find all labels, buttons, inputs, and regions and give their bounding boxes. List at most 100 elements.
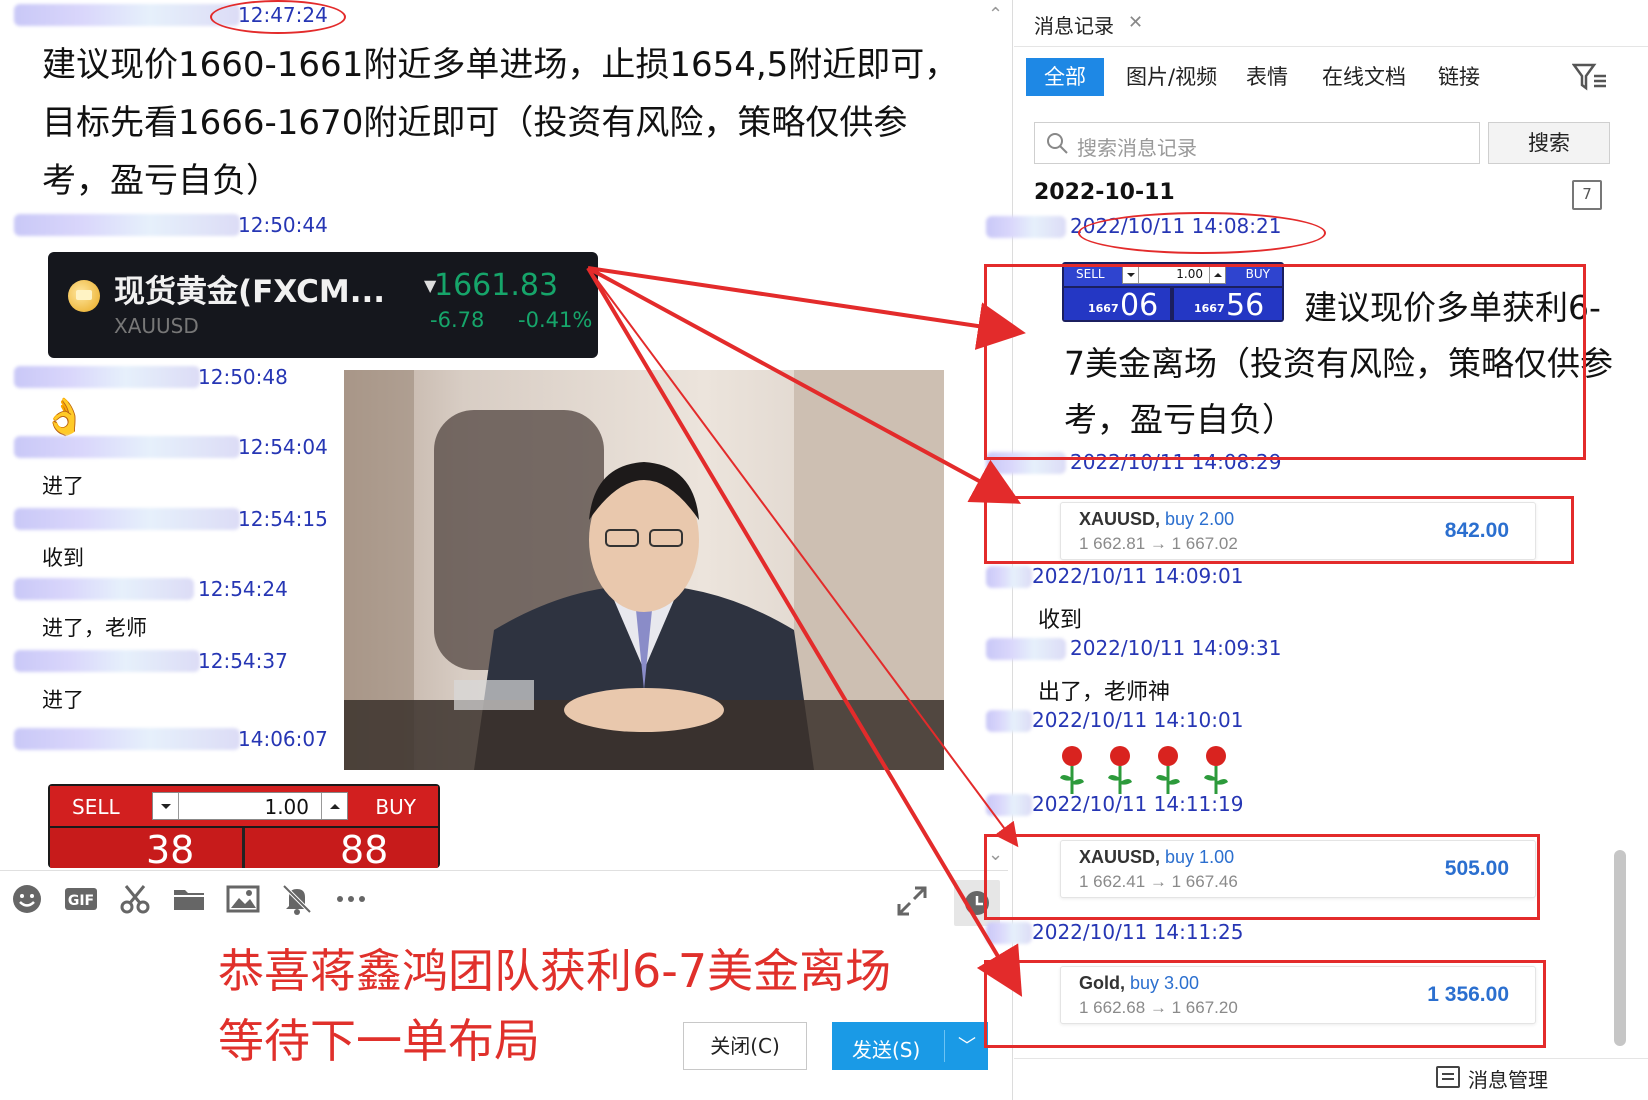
gif-icon[interactable]: GIF (64, 882, 98, 916)
quote-price: 1661.83 (434, 268, 559, 303)
sender-name-blurred (14, 366, 200, 388)
message-text: 进了，老师 (42, 616, 147, 640)
send-label: 发送(S) (852, 1038, 921, 1062)
message-timestamp: 12:50:44 (238, 213, 328, 237)
sender-name-blurred (14, 4, 240, 26)
send-button[interactable]: 发送(S) ﹀ (832, 1022, 988, 1070)
gold-quote-card[interactable]: 现货黄金(FXCM... ▼ XAUUSD 1661.83 -6.78 -0.4… (48, 252, 598, 358)
scrollbar[interactable] (1614, 850, 1626, 1046)
panel-title[interactable]: 消息记录 (1034, 10, 1114, 39)
sender-name-blurred (986, 638, 1066, 660)
sender-name-blurred (14, 508, 240, 530)
search-icon (1047, 133, 1068, 154)
sender-name-blurred (14, 214, 240, 236)
quote-change: -6.78 (430, 308, 485, 332)
sender-name-blurred (14, 728, 240, 750)
person-photo[interactable] (344, 370, 944, 770)
tab-divider (1014, 46, 1648, 47)
message-text: 进了 (42, 688, 84, 712)
annotation-box (984, 264, 1586, 460)
folder-icon[interactable] (172, 882, 206, 916)
image-icon[interactable] (226, 882, 260, 916)
message-text: 建议现价1660-1661附近多单进场，止损1654,5附近即可，目标先看166… (42, 45, 959, 201)
quote-symbol: XAUUSD (114, 314, 199, 338)
date-header: 2022-10-11 (1034, 180, 1175, 205)
ok-hand-emoji: 👌 (42, 397, 87, 438)
tab-all[interactable]: 全部 (1026, 58, 1104, 96)
sender-name-blurred (986, 922, 1032, 944)
message-timestamp: 2022/10/11 14:09:31 (1070, 636, 1282, 660)
collapse-icon[interactable]: ⌃ (988, 4, 1003, 25)
trade-widget-screenshot[interactable]: SELL 1.00 BUY 38 88 (48, 784, 440, 868)
message-timestamp: 2022/10/11 14:09:01 (1032, 564, 1244, 588)
widget-divider (242, 828, 245, 868)
calendar-icon[interactable]: 7 (1572, 180, 1602, 210)
message-timestamp: 12:54:37 (198, 649, 288, 673)
message-text: 收到 (42, 546, 84, 570)
tab-stickers[interactable]: 表情 (1246, 58, 1288, 96)
message-text: 进了 (42, 474, 84, 498)
chevron-down-icon[interactable]: ﹀ (958, 1032, 976, 1058)
tab-links[interactable]: 链接 (1438, 58, 1480, 96)
tab-docs[interactable]: 在线文档 (1322, 58, 1406, 96)
sender-name-blurred (14, 436, 240, 458)
quantity-stepper: 1.00 (152, 792, 348, 820)
annotation-box (984, 496, 1574, 564)
sender-name-blurred (986, 566, 1032, 588)
sender-name-blurred (14, 650, 200, 672)
message-timestamp: 2022/10/11 14:11:25 (1032, 920, 1244, 944)
filter-icon[interactable] (1571, 62, 1608, 92)
close-button[interactable]: 关闭(C) (683, 1022, 807, 1070)
footer-divider (1014, 1058, 1648, 1059)
mute-bell-icon[interactable] (280, 882, 314, 916)
quote-change-percent: -0.41% (518, 308, 593, 332)
tab-media[interactable]: 图片/视频 (1126, 58, 1217, 96)
close-icon[interactable]: ✕ (1128, 12, 1143, 33)
message-timestamp: 12:54:15 (238, 507, 328, 531)
search-placeholder: 搜索消息记录 (1077, 136, 1197, 160)
caption-line-1: 恭喜蒋鑫鸿团队获利6-7美金离场 (218, 944, 892, 998)
annotation-box (984, 834, 1540, 920)
more-icon[interactable] (334, 882, 368, 916)
sell-price-big: 38 (146, 828, 195, 868)
message-history-panel: 消息记录 ✕ 全部 图片/视频 表情 在线文档 链接 搜索消息记录 搜索 202… (984, 0, 1648, 1100)
message-text: 收到 (1038, 608, 1083, 633)
search-button[interactable]: 搜索 (1488, 122, 1610, 164)
annotation-oval (210, 0, 346, 34)
trade-widget-header: SELL 1.00 BUY (50, 786, 438, 826)
decrease-icon (153, 793, 179, 819)
svg-text:GIF: GIF (68, 893, 94, 909)
rose-icon (1204, 746, 1228, 794)
buy-price-big: 88 (340, 828, 389, 868)
sell-label: SELL (72, 795, 120, 819)
scissors-icon[interactable] (118, 882, 152, 916)
rose-icon (1060, 746, 1084, 794)
buy-label: BUY (375, 795, 416, 819)
message-timestamp: 12:50:48 (198, 365, 288, 389)
increase-icon (321, 793, 347, 819)
emoji-icon[interactable] (10, 882, 44, 916)
rose-icon (1156, 746, 1180, 794)
sender-name-blurred (14, 578, 194, 600)
message-text: 出了，老师神 (1038, 680, 1171, 705)
message-timestamp: 2022/10/11 14:10:01 (1032, 708, 1244, 732)
gold-coin-icon (68, 280, 100, 312)
expand-icon[interactable] (895, 884, 929, 918)
quantity-value: 1.00 (264, 795, 309, 819)
annotation-box (984, 960, 1546, 1048)
sender-name-blurred (986, 794, 1032, 816)
message-timestamp: 2022/10/11 14:11:19 (1032, 792, 1244, 816)
message-manage-icon[interactable] (1436, 1066, 1460, 1088)
message-timestamp: 14:06:07 (238, 727, 328, 751)
sender-name-blurred (986, 216, 1066, 238)
message-manage-link[interactable]: 消息管理 (1468, 1064, 1548, 1093)
search-input[interactable]: 搜索消息记录 (1034, 122, 1480, 164)
annotation-oval (1078, 212, 1326, 254)
chat-window: ⌃ 12:47:24 建议现价1660-1661附近多单进场，止损1654,5附… (0, 0, 1008, 1100)
message-timestamp: 12:54:04 (238, 435, 328, 459)
sender-name-blurred (986, 710, 1032, 732)
rose-icon (1108, 746, 1132, 794)
quote-name: 现货黄金(FXCM... (114, 274, 386, 310)
message-timestamp: 12:54:24 (198, 577, 288, 601)
send-split (944, 1030, 945, 1062)
